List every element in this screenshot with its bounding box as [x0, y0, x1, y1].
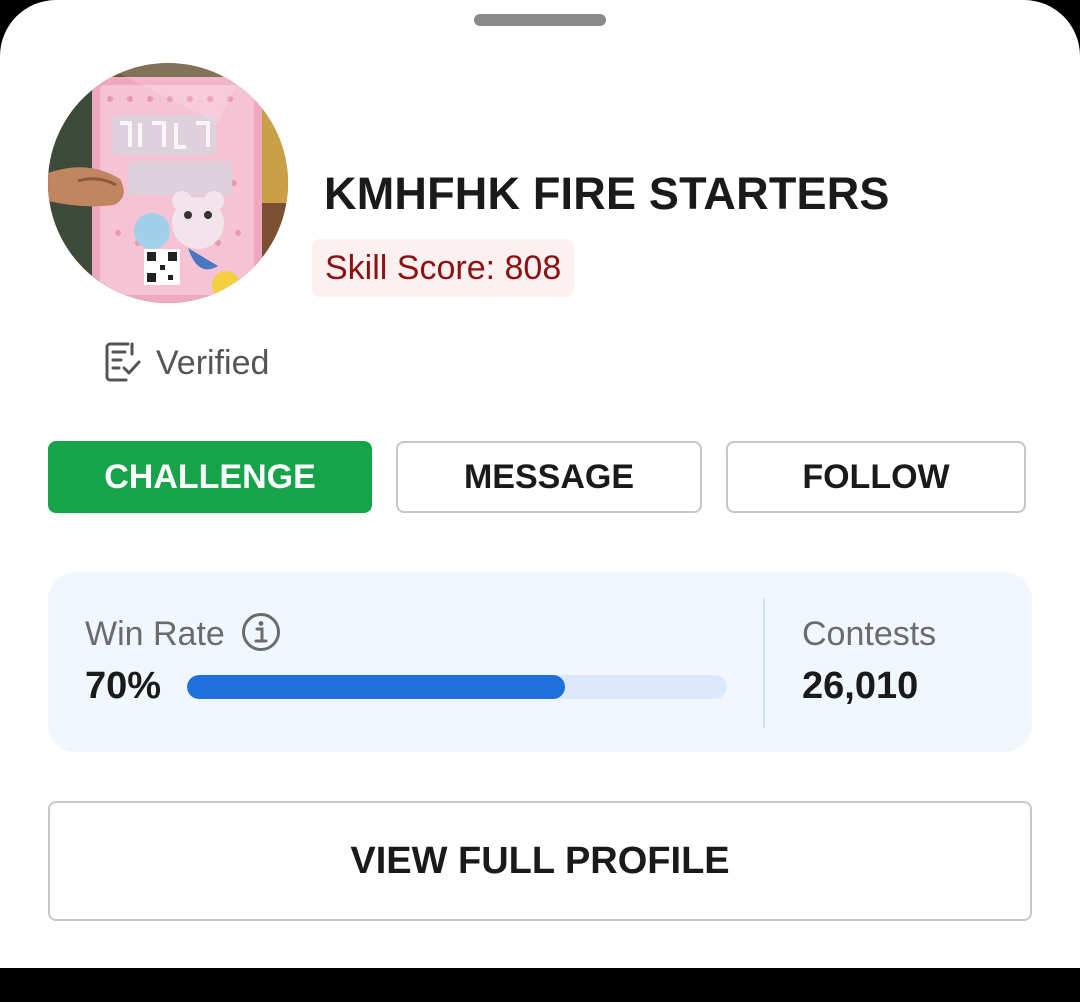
- follow-button[interactable]: FOLLOW: [726, 441, 1026, 513]
- info-icon[interactable]: [241, 612, 281, 657]
- drag-handle[interactable]: [474, 14, 606, 26]
- skill-score-badge: Skill Score: 808: [312, 239, 575, 297]
- profile-bottom-sheet: KMHFHK FIRE STARTERS Skill Score: 808 Ve…: [0, 0, 1080, 968]
- contests-value: 26,010: [802, 665, 919, 707]
- skill-score-text: Skill Score: 808: [325, 248, 562, 287]
- view-full-profile-button[interactable]: VIEW FULL PROFILE: [48, 801, 1032, 921]
- contests-label: Contests: [802, 615, 937, 653]
- verified-checklist-icon: [104, 340, 142, 387]
- win-rate-value: 70%: [85, 665, 162, 707]
- verified-label: Verified: [156, 344, 270, 382]
- win-rate-progress-fill: [187, 675, 565, 699]
- stats-divider: [763, 598, 765, 728]
- message-button[interactable]: MESSAGE: [396, 441, 702, 513]
- win-rate-progress-bar: [187, 675, 727, 699]
- avatar-image: [48, 63, 288, 303]
- avatar[interactable]: [48, 63, 288, 303]
- verified-status: Verified: [104, 340, 269, 387]
- challenge-button[interactable]: CHALLENGE: [48, 441, 372, 513]
- win-rate-header: Win Rate: [85, 612, 281, 657]
- stats-card: Win Rate 70% Contests 26,010: [48, 572, 1032, 752]
- win-rate-label: Win Rate: [85, 615, 225, 653]
- player-name: KMHFHK FIRE STARTERS: [324, 168, 890, 219]
